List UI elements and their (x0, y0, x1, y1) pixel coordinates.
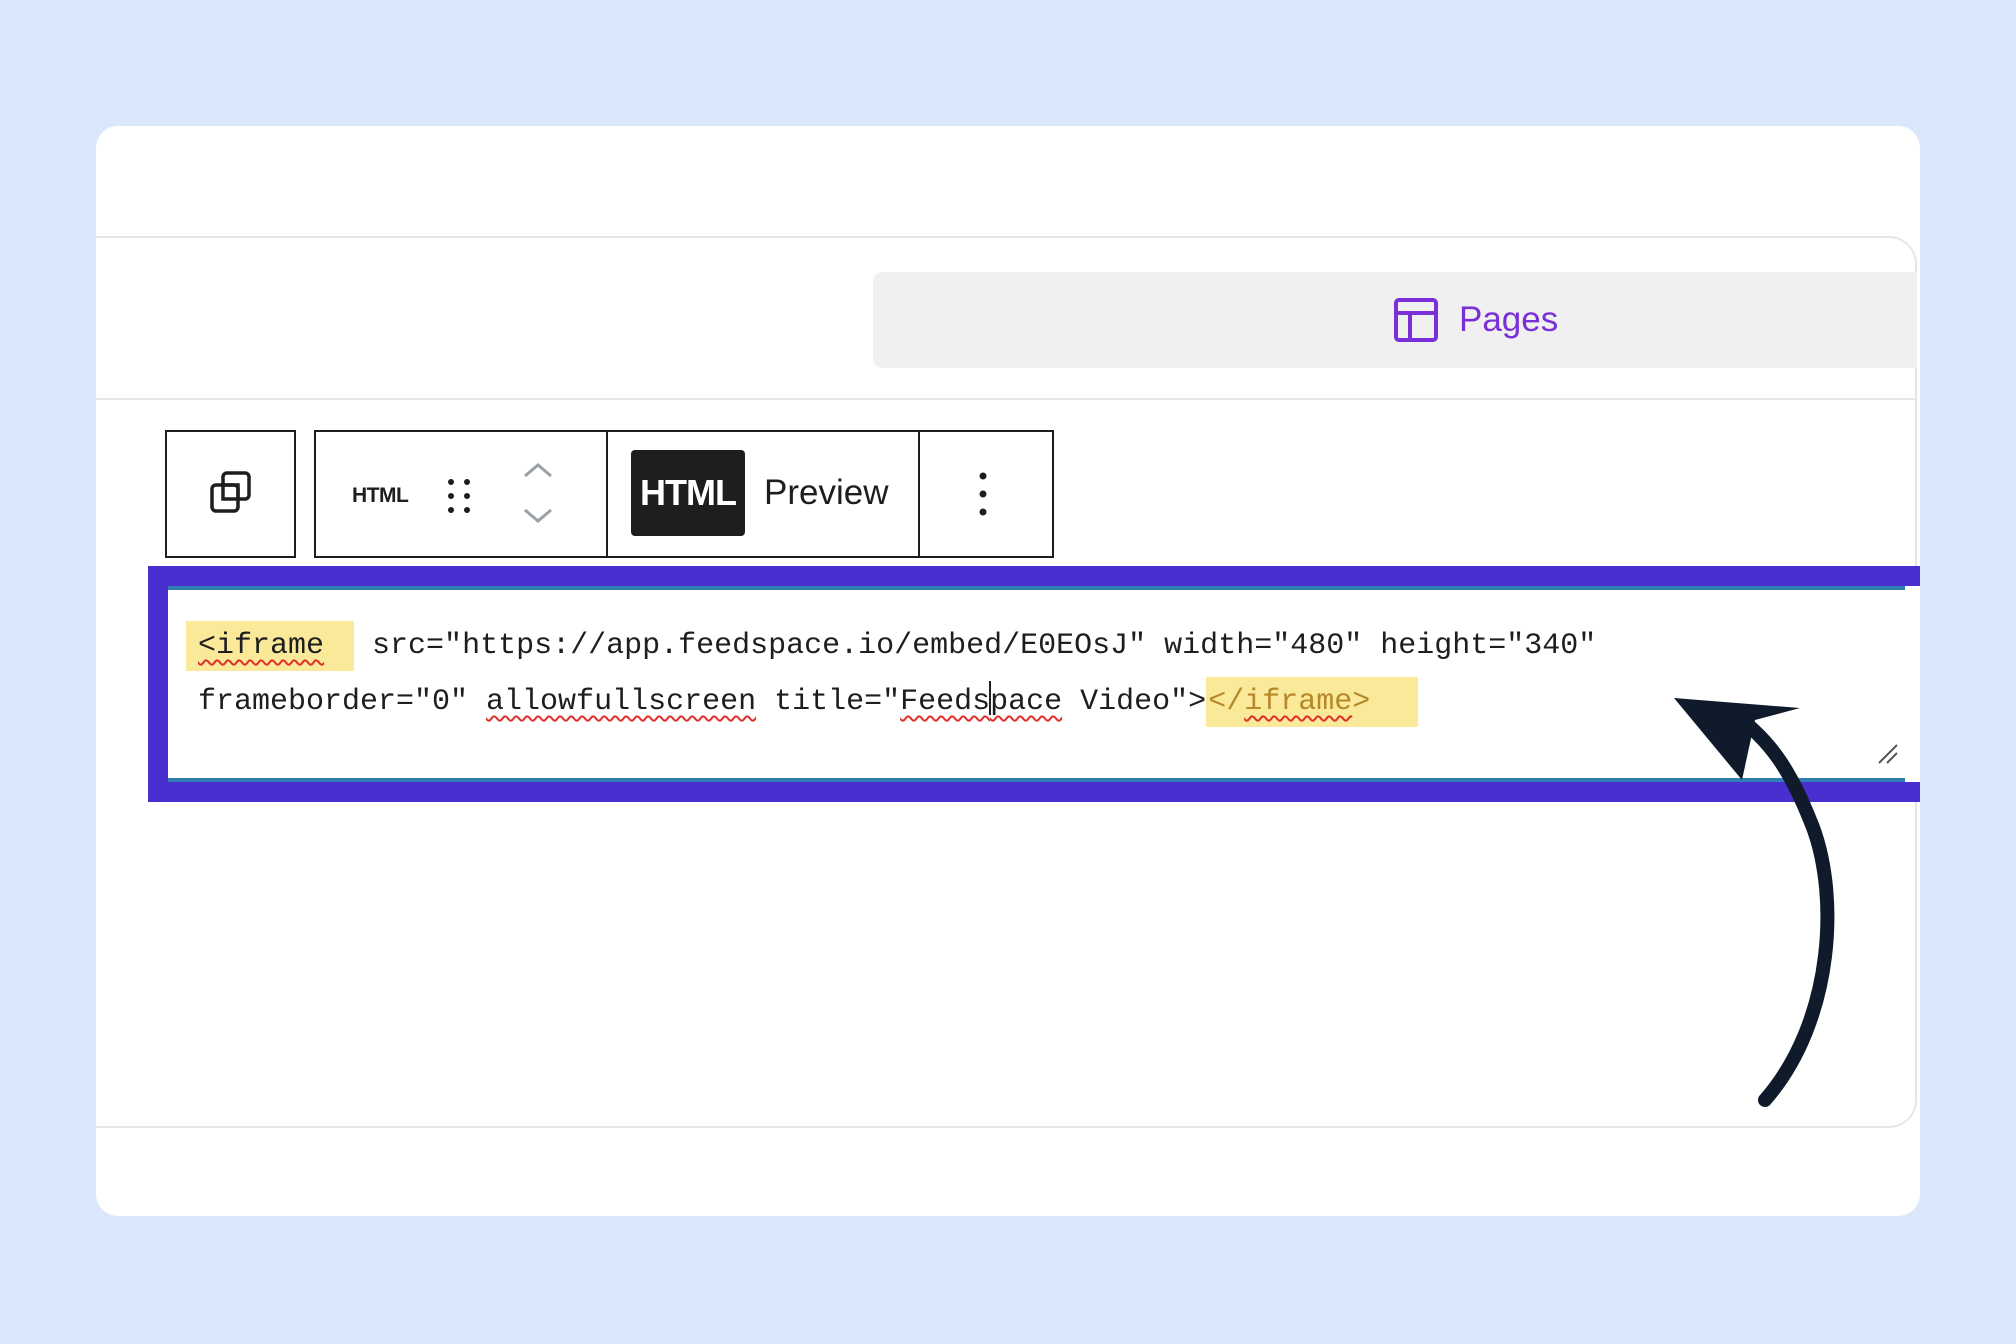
pages-button[interactable]: Pages (1393, 296, 1558, 344)
layout-icon (1393, 297, 1439, 343)
open-tag: <iframe (198, 629, 325, 663)
tab-preview[interactable]: Preview (764, 450, 888, 536)
close-tag-prefix: </ (1208, 685, 1245, 719)
tab-html[interactable]: HTML (631, 450, 745, 536)
highlight-box: <iframe src="https://app.feedspace.io/em… (148, 566, 1920, 802)
line2-part3: Video"> (1062, 685, 1207, 719)
toolbar-divider (606, 432, 608, 556)
line2-part1: frameborder="0" (198, 685, 487, 719)
code-content: <iframe src="https://app.feedspace.io/em… (186, 618, 1898, 730)
header-separator (96, 398, 1917, 400)
line1-attributes: src="https://app.feedspace.io/embed/E0EO… (354, 629, 1597, 663)
line2-part2: title=" (756, 685, 901, 719)
block-type-label[interactable]: HTML (352, 484, 409, 508)
open-tag-highlight: <iframe (186, 621, 355, 671)
title-word-b: pace (990, 685, 1063, 719)
screenshot-card: Pages HTML HTML Preview <iframe src="htt… (96, 126, 1920, 1216)
more-vertical-icon[interactable] (976, 468, 990, 525)
close-tag-suffix: > (1352, 685, 1371, 719)
drag-handle-icon[interactable] (444, 476, 474, 521)
block-toolbar: HTML HTML Preview (314, 430, 1054, 558)
html-code-textarea[interactable]: <iframe src="https://app.feedspace.io/em… (168, 586, 1905, 782)
pages-label: Pages (1459, 300, 1559, 339)
toolbar-divider (918, 432, 920, 556)
resize-handle-icon[interactable] (1875, 741, 1899, 770)
duplicate-button[interactable] (165, 430, 296, 558)
attr-allowfullscreen: allowfullscreen (486, 685, 757, 719)
duplicate-icon (207, 468, 255, 521)
chevron-down-icon[interactable] (524, 508, 552, 523)
close-tag-name: iframe (1244, 685, 1353, 719)
chevron-up-icon[interactable] (524, 463, 552, 478)
title-word-a: Feeds (900, 685, 991, 719)
curved-arrow-icon (1660, 690, 1840, 1115)
pages-bar: Pages (873, 272, 1917, 368)
move-controls (520, 458, 556, 535)
close-tag-highlight: </iframe> (1206, 677, 1419, 727)
